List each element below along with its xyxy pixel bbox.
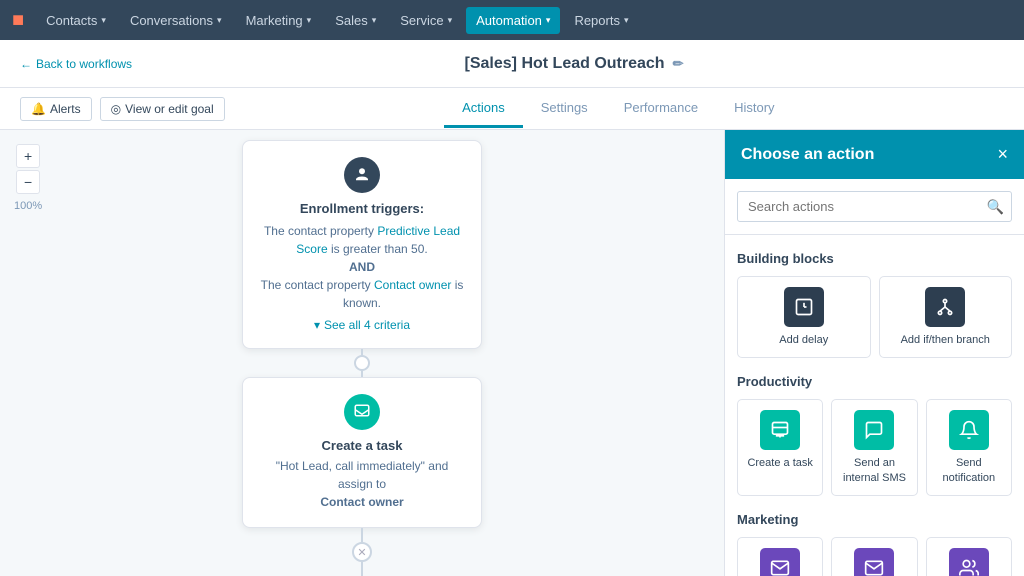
toolbar: 🔔 Alerts ◎ View or edit goal Actions Set… [0,88,1024,130]
view-goal-button[interactable]: ◎ View or edit goal [100,97,225,121]
chevron-down-icon: ▾ [314,318,320,332]
contact-owner-link[interactable]: Contact owner [374,278,451,292]
send-notification-label: Send notification [933,456,1005,485]
add-delay-label: Add delay [744,333,864,347]
zoom-out-button[interactable]: − [16,170,40,194]
tab-settings[interactable]: Settings [523,90,606,128]
nav-item-conversations[interactable]: Conversations ▾ [120,7,232,34]
chevron-conversations-icon: ▾ [217,15,222,26]
canvas: + − 100% Enrollment triggers: The contac… [0,130,724,576]
workflow-title: [Sales] Hot Lead Outreach ✏ [144,55,1004,73]
send-internal-email-icon [854,548,894,576]
marketing-label: Marketing [737,512,1012,527]
tab-performance[interactable]: Performance [606,90,716,128]
tab-history[interactable]: History [716,90,792,128]
panel-title: Choose an action [741,146,874,164]
panel-close-button[interactable]: × [997,144,1008,165]
zoom-level-label: 100% [14,200,42,212]
send-sms-icon [854,410,894,450]
productivity-grid: Create a task Send an internal SMS [737,399,1012,496]
send-notification-card[interactable]: Send notification [926,399,1012,496]
building-blocks-grid: Add delay [737,276,1012,358]
nav-item-reports[interactable]: Reports ▾ [564,7,638,34]
chevron-service-icon: ▾ [448,15,453,26]
search-wrap: 🔍 [737,191,1012,222]
nav-item-automation[interactable]: Automation ▾ [466,7,560,34]
chevron-contacts-icon: ▾ [101,15,106,26]
back-link[interactable]: ← Back to workflows [20,57,132,71]
edit-title-icon[interactable]: ✏ [673,56,684,72]
trigger-node[interactable]: Enrollment triggers: The contact propert… [242,140,482,349]
search-icon-button[interactable]: 🔍 [987,198,1004,215]
plus-icon: + [24,148,32,164]
add-static-list-icon [949,548,989,576]
chevron-reports-icon: ▾ [624,15,629,26]
add-ifthen-label: Add if/then branch [886,333,1006,347]
section-productivity: Productivity Create a task [737,374,1012,496]
add-delay-icon [784,287,824,327]
send-email-icon [760,548,800,576]
trigger-icon [344,157,380,193]
send-internal-email-card[interactable]: Send internal email [831,537,917,576]
create-task-label: Create a task [744,456,816,470]
create-task-card[interactable]: Create a task [737,399,823,496]
tabs: Actions Settings Performance History [233,90,1004,128]
connector-2: ✕ [352,528,372,576]
trigger-title: Enrollment triggers: [259,201,465,216]
section-building-blocks: Building blocks Add delay [737,251,1012,358]
back-arrow-icon: ← [20,57,32,71]
tab-actions[interactable]: Actions [444,90,523,128]
nav-item-sales[interactable]: Sales ▾ [325,7,386,34]
building-blocks-label: Building blocks [737,251,1012,266]
panel-header: Choose an action × [725,130,1024,179]
sub-header: ← Back to workflows [Sales] Hot Lead Out… [0,40,1024,88]
nav-item-contacts[interactable]: Contacts ▾ [36,7,116,34]
productivity-label: Productivity [737,374,1012,389]
add-static-list-card[interactable]: Add to a static list [926,537,1012,576]
trigger-body: The contact property Predictive Lead Sco… [259,222,465,312]
minus-icon: − [24,174,32,190]
zoom-in-button[interactable]: + [16,144,40,168]
chevron-marketing-icon: ▾ [307,15,312,26]
create-task-icon [760,410,800,450]
remove-action-button[interactable]: ✕ [352,542,372,562]
add-delay-card[interactable]: Add delay [737,276,871,358]
nav-item-service[interactable]: Service ▾ [390,7,462,34]
target-icon: ◎ [111,102,121,116]
chevron-sales-icon: ▾ [372,15,377,26]
hubspot-logo[interactable]: ■ [12,9,24,32]
action-node[interactable]: Create a task "Hot Lead, call immediatel… [242,377,482,528]
chevron-automation-icon: ▾ [546,15,551,26]
add-ifthen-card[interactable]: Add if/then branch [879,276,1013,358]
workflow-area: Enrollment triggers: The contact propert… [202,140,522,576]
send-sms-label: Send an internal SMS [838,456,910,485]
action-icon [344,394,380,430]
action-body: "Hot Lead, call immediately" and assign … [259,457,465,511]
see-criteria-button[interactable]: ▾ See all 4 criteria [259,318,465,332]
panel-body: Building blocks Add delay [725,235,1024,576]
action-title: Create a task [259,438,465,453]
connector-circle-1 [354,355,370,371]
alerts-button[interactable]: 🔔 Alerts [20,97,92,121]
top-nav: ■ Contacts ▾ Conversations ▾ Marketing ▾… [0,0,1024,40]
add-ifthen-icon [925,287,965,327]
connector-1 [361,349,363,377]
search-input[interactable] [737,191,1012,222]
panel-search: 🔍 [725,179,1024,235]
marketing-grid: Send email Send internal email [737,537,1012,576]
nav-item-marketing[interactable]: Marketing ▾ [236,7,322,34]
zoom-controls: + − 100% [14,144,42,212]
bell-icon: 🔔 [31,102,46,116]
send-notification-icon [949,410,989,450]
send-email-card[interactable]: Send email [737,537,823,576]
send-sms-card[interactable]: Send an internal SMS [831,399,917,496]
section-marketing: Marketing Send email [737,512,1012,576]
main-layout: + − 100% Enrollment triggers: The contac… [0,130,1024,576]
right-panel: Choose an action × 🔍 Building blocks [724,130,1024,576]
